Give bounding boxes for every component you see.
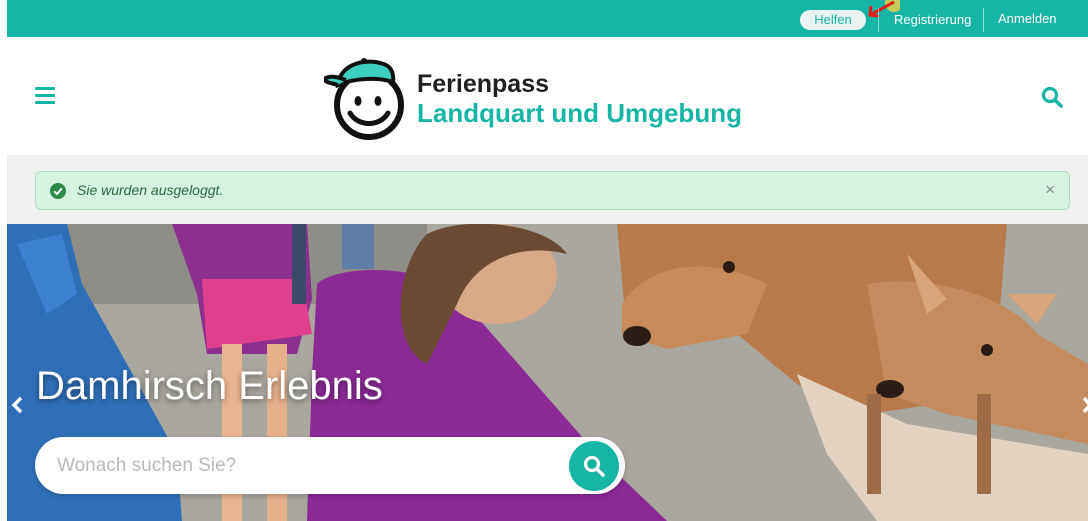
hero-slider: Damhirsch Erlebnis <box>7 224 1088 521</box>
search-icon[interactable] <box>1041 86 1063 108</box>
page: Helfen Registrierung Anmelden Ferienpass… <box>0 0 1088 521</box>
search-input[interactable] <box>57 449 557 482</box>
alert-message: Sie wurden ausgeloggt. <box>77 182 224 198</box>
help-button[interactable]: Helfen <box>800 10 866 30</box>
chevron-right-icon[interactable] <box>1081 394 1088 416</box>
brand-subtitle: Landquart und Umgebung <box>417 98 742 128</box>
site-header: Ferienpass Landquart und Umgebung <box>7 37 1088 155</box>
brand-name: Ferienpass <box>417 70 550 98</box>
chevron-left-icon[interactable] <box>10 394 24 416</box>
search-button[interactable] <box>569 441 619 491</box>
close-icon[interactable]: × <box>1045 180 1055 200</box>
hero-title: Damhirsch Erlebnis <box>36 364 383 408</box>
divider <box>983 8 984 32</box>
logout-alert: Sie wurden ausgeloggt. × <box>35 171 1070 210</box>
logo-smiley-icon[interactable] <box>324 49 406 141</box>
menu-icon[interactable] <box>35 87 55 105</box>
hero-search-box <box>35 437 625 494</box>
search-icon <box>583 455 605 477</box>
divider <box>878 8 879 32</box>
top-utility-bar: Helfen Registrierung Anmelden <box>7 0 1088 37</box>
register-link[interactable]: Registrierung <box>894 10 971 30</box>
check-circle-icon <box>50 183 66 199</box>
notification-area: Sie wurden ausgeloggt. × <box>7 155 1088 224</box>
login-link[interactable]: Anmelden <box>998 9 1057 29</box>
